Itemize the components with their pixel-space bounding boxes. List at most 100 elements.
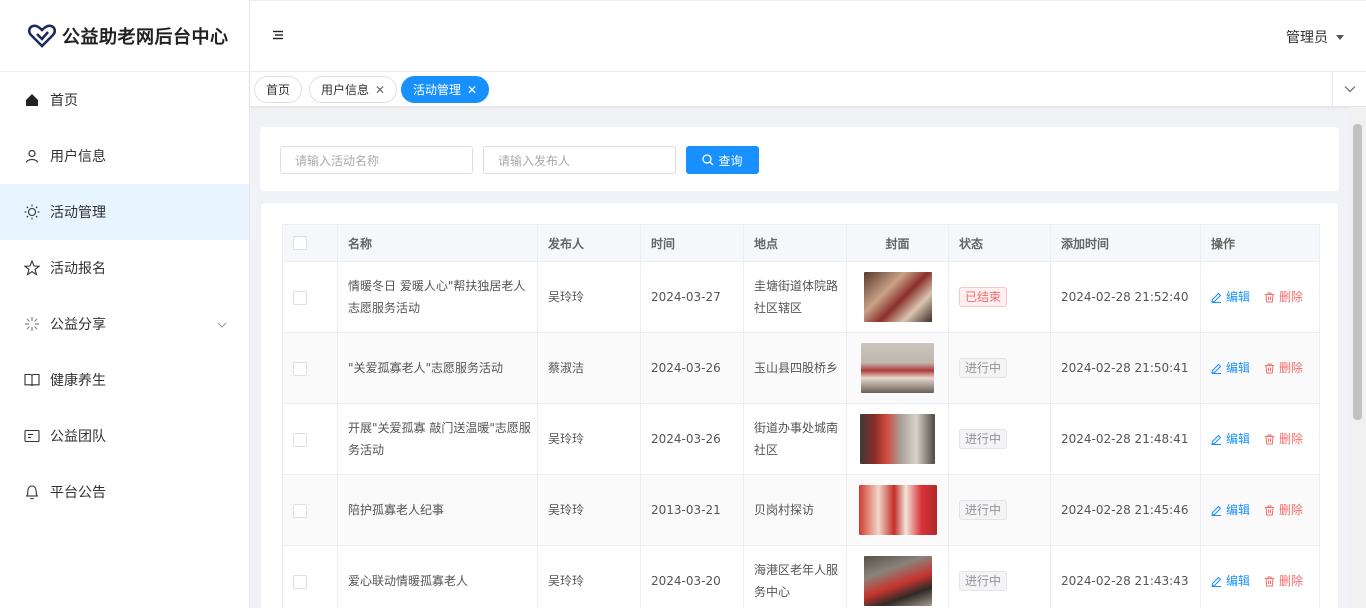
sidebar-item-home[interactable]: 首页: [0, 72, 249, 128]
user-name: 管理员: [1286, 30, 1328, 46]
checkbox-cell: [282, 332, 338, 404]
table-row: 爱心联动情暖孤寡老人 吴玲玲 2024-03-20 海港区老年人服务中心 进行中…: [282, 545, 1320, 608]
cover-image[interactable]: [863, 272, 932, 322]
page-scrollbar[interactable]: [1349, 107, 1366, 608]
column-header: 名称: [337, 224, 538, 262]
status-badge: 进行中: [959, 429, 1008, 449]
cover-image[interactable]: [863, 556, 932, 606]
chevron-down-icon: [1344, 86, 1355, 93]
close-icon[interactable]: ✕: [467, 83, 477, 97]
close-icon[interactable]: ✕: [375, 83, 385, 97]
delete-button[interactable]: 删除: [1264, 357, 1303, 379]
checkbox-cell: [282, 545, 338, 608]
cover-cell: [846, 545, 949, 608]
name-cell: "关爱孤寡老人"志愿服务活动: [337, 332, 538, 404]
delete-button[interactable]: 删除: [1264, 570, 1303, 592]
cover-image[interactable]: [861, 343, 934, 393]
tab-label: 用户信息: [321, 83, 370, 97]
delete-label: 删除: [1279, 361, 1304, 375]
edit-icon: [1211, 434, 1222, 445]
actions-cell: 编辑 删除: [1200, 332, 1320, 404]
sidebar-item-activity-signup[interactable]: 活动报名: [0, 240, 249, 296]
delete-label: 删除: [1279, 574, 1304, 588]
status-badge: 已结束: [959, 287, 1008, 307]
sidebar-item-label: 公益团队: [50, 429, 106, 445]
menu-toggle-icon[interactable]: [272, 29, 286, 43]
date-cell: 2024-03-27: [640, 261, 744, 333]
row-checkbox[interactable]: [293, 432, 307, 447]
added-time-cell: 2024-02-28 21:52:40: [1050, 261, 1201, 333]
scrollbar-thumb[interactable]: [1353, 124, 1362, 420]
edit-icon: [1211, 363, 1222, 374]
status-cell: 进行中: [948, 332, 1051, 404]
sidebar-item-label: 首页: [50, 93, 78, 109]
select-all-checkbox[interactable]: [293, 236, 307, 251]
tab-activity-manage[interactable]: 活动管理 ✕: [401, 76, 490, 103]
table-row: 情暖冬日 爱暖人心"帮扶独居老人志愿服务活动 吴玲玲 2024-03-27 圭塘…: [282, 261, 1320, 333]
sidebar-item-activity-manage[interactable]: 活动管理: [0, 184, 249, 240]
query-button[interactable]: 查询: [686, 146, 759, 174]
sidebar-item-health[interactable]: 健康养生: [0, 352, 249, 408]
edit-label: 编辑: [1226, 290, 1251, 304]
brand: 公益助老网后台中心: [0, 0, 249, 72]
tab-home[interactable]: 首页: [254, 76, 303, 103]
tab-users[interactable]: 用户信息 ✕: [309, 76, 398, 103]
table-row: "关爱孤寡老人"志愿服务活动 蔡淑洁 2024-03-26 玉山县四股桥乡 进行…: [282, 332, 1320, 404]
actions-cell: 编辑 删除: [1200, 403, 1320, 475]
query-label: 查询: [718, 153, 743, 168]
publisher-cell: 吴玲玲: [537, 403, 641, 475]
status-cell: 进行中: [948, 545, 1051, 608]
search-panel: 请输入活动名称 请输入发布人 查询: [260, 127, 1339, 191]
edit-button[interactable]: 编辑: [1211, 428, 1250, 450]
edit-label: 编辑: [1226, 503, 1251, 517]
sidebar-item-users[interactable]: 用户信息: [0, 128, 249, 184]
delete-label: 删除: [1279, 432, 1304, 446]
date-cell: 2024-03-26: [640, 403, 744, 475]
trash-icon: [1265, 363, 1275, 373]
sidebar-item-share[interactable]: 公益分享: [0, 296, 249, 352]
edit-button[interactable]: 编辑: [1211, 286, 1250, 308]
status-cell: 进行中: [948, 474, 1051, 546]
row-checkbox[interactable]: [293, 290, 307, 305]
sidebar-item-label: 公益分享: [50, 317, 106, 333]
edit-icon: [1211, 576, 1222, 587]
delete-button[interactable]: 删除: [1264, 286, 1303, 308]
name-cell: 情暖冬日 爱暖人心"帮扶独居老人志愿服务活动: [337, 261, 538, 333]
added-time-cell: 2024-02-28 21:48:41: [1050, 403, 1201, 475]
cover-image[interactable]: [860, 414, 935, 464]
sidebar-item-label: 平台公告: [50, 485, 106, 501]
bell-icon: [24, 484, 40, 500]
top-header: 管理员: [250, 0, 1366, 72]
delete-button[interactable]: 删除: [1264, 499, 1303, 521]
edit-button[interactable]: 编辑: [1211, 570, 1250, 592]
publisher-cell: 吴玲玲: [537, 261, 641, 333]
user-dropdown[interactable]: 管理员: [1286, 27, 1344, 47]
heart-logo-icon: [28, 22, 56, 50]
added-time-cell: 2024-02-28 21:43:43: [1050, 545, 1201, 608]
edit-button[interactable]: 编辑: [1211, 357, 1250, 379]
sidebar-item-notice[interactable]: 平台公告: [0, 464, 249, 520]
checkbox-cell: [282, 261, 338, 333]
row-checkbox[interactable]: [293, 574, 307, 589]
delete-button[interactable]: 删除: [1264, 428, 1303, 450]
row-checkbox[interactable]: [293, 503, 307, 518]
edit-button[interactable]: 编辑: [1211, 499, 1250, 521]
status-badge: 进行中: [959, 571, 1008, 591]
status-badge: 进行中: [959, 500, 1008, 520]
row-checkbox[interactable]: [293, 361, 307, 376]
cover-cell: [846, 403, 949, 475]
activity-name-input[interactable]: 请输入活动名称: [280, 146, 473, 174]
cover-image[interactable]: [858, 485, 937, 535]
column-header: 发布人: [537, 224, 641, 262]
publisher-cell: 吴玲玲: [537, 545, 641, 608]
id-card-icon: [24, 428, 40, 444]
book-icon: [24, 372, 40, 388]
delete-label: 删除: [1279, 290, 1304, 304]
publisher-input[interactable]: 请输入发布人: [483, 146, 676, 174]
sidebar-item-team[interactable]: 公益团队: [0, 408, 249, 464]
tabs-more-button[interactable]: [1332, 72, 1366, 106]
chevron-down-icon: [217, 316, 227, 332]
column-header: 时间: [640, 224, 744, 262]
column-header: 地点: [743, 224, 847, 262]
place-cell: 街道办事处城南社区: [743, 403, 847, 475]
